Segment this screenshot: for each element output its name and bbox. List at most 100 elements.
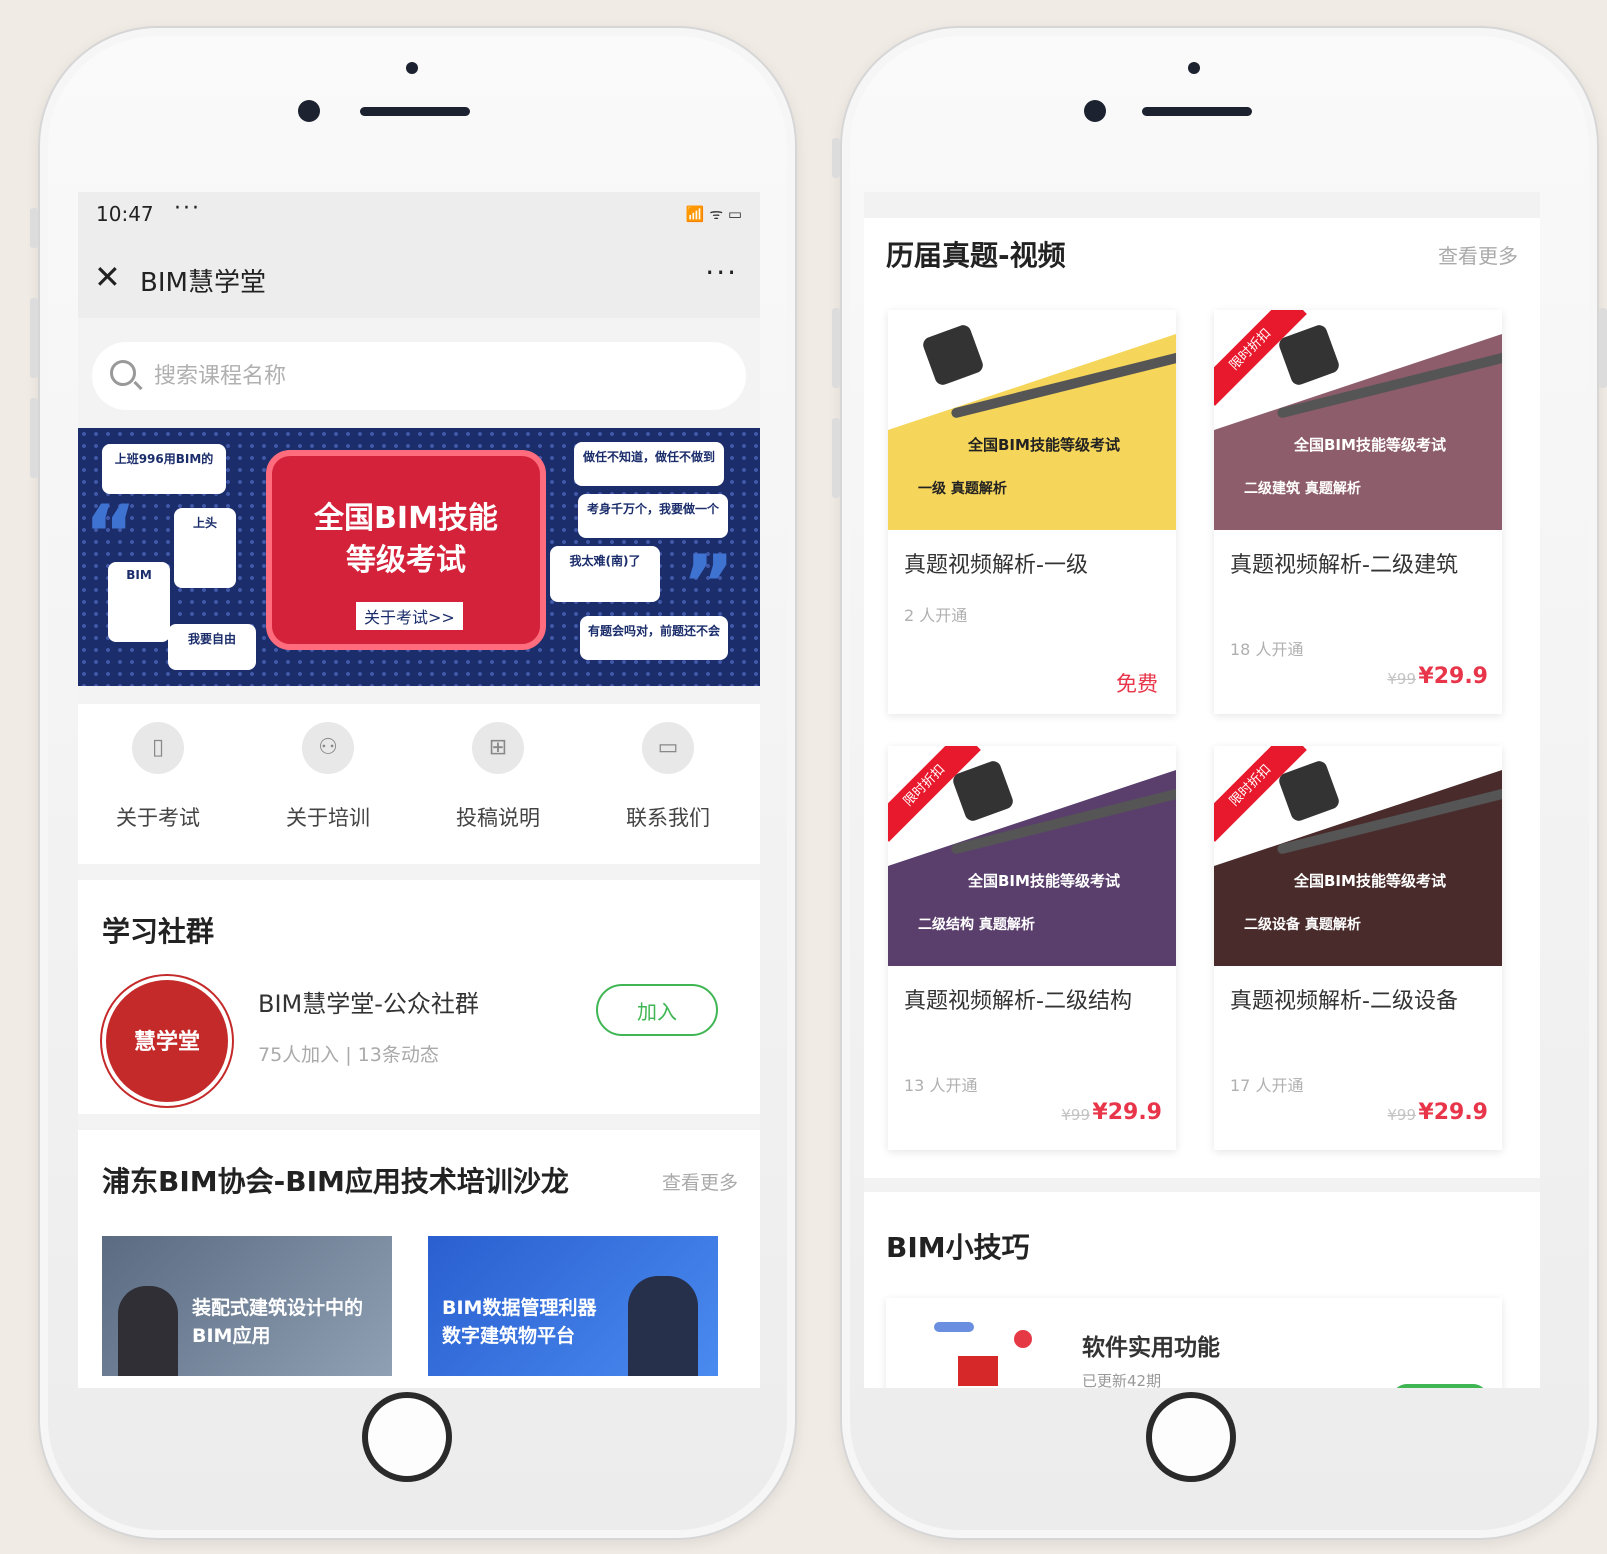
course-card[interactable]: 全国BIM技能等级考试 二级结构 真题解析 限时折扣 真题视频解析-二级结构 1… [888,746,1176,1150]
thumb-subtitle: 二级设备 真题解析 [1244,917,1361,933]
sale-price: ¥29.9 [1418,1100,1488,1125]
original-price: ¥99 [1061,1106,1090,1124]
earpiece-speaker [360,107,470,116]
thumb-title: 全国BIM技能等级考试 [968,872,1120,890]
course-title: 真题视频解析-二级结构 [904,989,1132,1014]
more-menu-icon[interactable]: ··· [705,256,738,289]
quick-nav-label: 关于考试 [116,806,200,830]
front-camera [298,100,320,122]
group-stats: 75人加入 | 13条动态 [258,1044,439,1066]
banner-title: 全国BIM技能 等级考试 [272,498,540,582]
banner-bubble: 我太难(南)了 [550,546,660,602]
sale-price: ¥29.9 [1418,664,1488,689]
quick-nav-about-training[interactable]: ⚇ 关于培训 [268,722,388,832]
tip-action-button[interactable] [1392,1384,1488,1388]
side-button [30,208,38,248]
about-exam-link[interactable]: 关于考试>> [356,602,463,630]
salon-thumbnail[interactable]: BIM数据管理利器数字建筑物平台 [428,1236,718,1376]
thumb-title: 全国BIM技能等级考试 [1294,436,1446,454]
earpiece-speaker [1142,107,1252,116]
view-more-link[interactable]: 查看更多 [1438,240,1518,269]
course-thumbnail: 全国BIM技能等级考试 二级结构 真题解析 限时折扣 [888,746,1176,966]
banner-bubble: 上班996用BIM的 [102,444,226,494]
search-input[interactable] [152,356,716,396]
tip-thumbnail [924,1322,1032,1388]
side-button [1599,308,1607,388]
salon-thumbnail[interactable]: 装配式建筑设计中的BIM应用 [102,1236,392,1376]
course-students: 2 人开通 [904,606,968,625]
phone-frame-right: 历届真题-视频 查看更多 全国BIM技能等级考试 一级 真题解析 真题视频解析-… [832,26,1607,1540]
quick-nav-contact[interactable]: ▭ 联系我们 [608,722,728,832]
monitor-icon: ▭ [642,722,694,774]
quick-nav-submission[interactable]: ⊞ 投稿说明 [438,722,558,832]
course-thumbnail: 全国BIM技能等级考试 二级建筑 真题解析 限时折扣 [1214,310,1502,530]
grid-icon: ⊞ [472,722,524,774]
thumb-subtitle: 一级 真题解析 [918,481,1007,497]
page-title: BIM慧学堂 [140,268,266,298]
section-title: 历届真题-视频 [886,239,1066,272]
status-bar: 10:47 ··· 📶 ᯤ ▭ [78,192,760,236]
home-button[interactable] [362,1392,452,1482]
phone-frame-left: 10:47 ··· 📶 ᯤ ▭ ✕ BIM慧学堂 ··· “ ” 上班996用B… [30,26,797,1540]
thumb-subtitle: 二级建筑 真题解析 [1244,481,1361,497]
tip-art [958,1356,998,1386]
video-section: 历届真题-视频 查看更多 全国BIM技能等级考试 一级 真题解析 真题视频解析-… [864,218,1540,1178]
book-icon: ▯ [132,722,184,774]
side-button [832,308,840,388]
sale-price: ¥29.9 [1092,1100,1162,1125]
side-button [832,418,840,498]
search-bar[interactable] [92,342,746,410]
group-name[interactable]: BIM慧学堂-公众社群 [258,984,479,1019]
course-students: 13 人开通 [904,1076,978,1095]
banner-title-line2: 等级考试 [346,543,466,578]
exam-banner[interactable]: “ ” 上班996用BIM的 上头 BIM 我要自由 做任不知道，做任不做到 考… [78,428,760,686]
course-title: 真题视频解析-一级 [904,553,1088,578]
join-button[interactable]: 加入 [596,984,718,1036]
search-icon [110,360,136,386]
course-students: 18 人开通 [1230,640,1304,659]
screen-left: 10:47 ··· 📶 ᯤ ▭ ✕ BIM慧学堂 ··· “ ” 上班996用B… [78,192,760,1388]
screen-right: 历届真题-视频 查看更多 全国BIM技能等级考试 一级 真题解析 真题视频解析-… [864,192,1540,1388]
tip-art [1014,1330,1032,1348]
speaker-photo [628,1276,698,1376]
quick-nav-about-exam[interactable]: ▯ 关于考试 [98,722,218,832]
banner-bubble: BIM [108,562,170,642]
tip-item[interactable]: 软件实用功能 已更新42期 [886,1298,1502,1388]
course-students: 17 人开通 [1230,1076,1304,1095]
home-button[interactable] [1146,1392,1236,1482]
salon-thumb-text: BIM数据管理利器数字建筑物平台 [442,1297,597,1347]
banner-title-line1: 全国BIM技能 [314,501,498,536]
salon-card: 浦东BIM协会-BIM应用技术培训沙龙 查看更多 装配式建筑设计中的BIM应用 … [78,1130,760,1388]
status-dots: ··· [174,196,201,221]
banner-bubble: 考身千万个，我要做一个 [578,494,728,538]
banner-bubble: 上头 [174,508,236,588]
tip-art [934,1322,974,1332]
course-card[interactable]: 全国BIM技能等级考试 二级设备 真题解析 限时折扣 真题视频解析-二级设备 1… [1214,746,1502,1150]
original-price: ¥99 [1387,670,1416,688]
thumb-title: 全国BIM技能等级考试 [968,436,1120,454]
tips-section: BIM小技巧 软件实用功能 已更新42期 [864,1192,1540,1388]
side-button [30,398,38,478]
banner-bubble: 做任不知道，做任不做到 [574,442,724,486]
quick-nav-label: 关于培训 [286,806,370,830]
quick-nav-label: 联系我们 [626,806,710,830]
banner-bubble: 我要自由 [168,624,256,670]
avatar-text: 慧学堂 [133,1030,200,1055]
salon-thumb-text: 装配式建筑设计中的BIM应用 [192,1297,364,1347]
close-icon[interactable]: ✕ [94,258,121,296]
course-card[interactable]: 全国BIM技能等级考试 一级 真题解析 真题视频解析-一级 2 人开通 免费 [888,310,1176,714]
view-more-link[interactable]: 查看更多 [662,1168,738,1195]
front-camera [1084,100,1106,122]
thumb-subtitle: 二级结构 真题解析 [918,917,1035,933]
speaker-photo [118,1286,178,1376]
status-time: 10:47 [96,202,154,226]
banner-bubble: 有题会吗对，前题还不会 [580,616,728,660]
course-title: 真题视频解析-二级建筑 [1230,553,1458,578]
course-thumbnail: 全国BIM技能等级考试 二级设备 真题解析 限时折扣 [1214,746,1502,966]
section-title: 学习社群 [102,915,215,948]
avatar[interactable]: 慧学堂 [102,976,232,1106]
thumb-title: 全国BIM技能等级考试 [1294,872,1446,890]
course-card[interactable]: 全国BIM技能等级考试 二级建筑 真题解析 限时折扣 真题视频解析-二级建筑 1… [1214,310,1502,714]
side-button [832,138,840,178]
section-title: BIM小技巧 [886,1231,1030,1264]
